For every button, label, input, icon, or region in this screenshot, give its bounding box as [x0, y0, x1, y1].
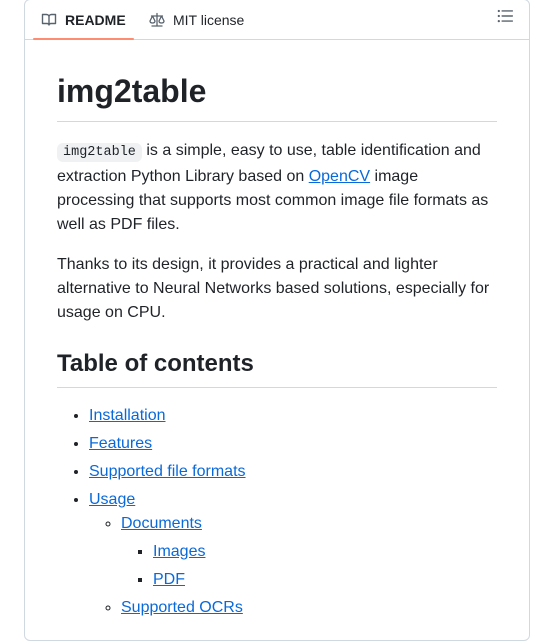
- toc-link-supported-ocrs[interactable]: Supported OCRs: [121, 599, 243, 616]
- toc-link-installation[interactable]: Installation: [89, 407, 166, 424]
- list-unordered-icon: [497, 9, 514, 23]
- table-of-contents-button[interactable]: [496, 7, 514, 25]
- list-item: PDF: [153, 568, 497, 592]
- list-item: Images: [153, 540, 497, 564]
- tab-readme[interactable]: README: [33, 0, 134, 40]
- readme-tab-bar: README MIT license: [25, 0, 529, 40]
- toc-sublist-documents: Images PDF: [121, 540, 497, 592]
- toc-list: Installation Features Supported file for…: [57, 404, 497, 620]
- inline-code: img2table: [57, 143, 142, 162]
- tab-license-label: MIT license: [173, 11, 245, 28]
- list-item: Usage Documents Images PDF Supported OCR…: [89, 488, 497, 620]
- tab-readme-label: README: [65, 11, 126, 28]
- toc-link-documents[interactable]: Documents: [121, 515, 202, 532]
- readme-content: img2table img2table is a simple, easy to…: [57, 40, 497, 620]
- toc-link-usage[interactable]: Usage: [89, 491, 135, 508]
- law-scale-icon: [149, 12, 165, 27]
- toc-link-images[interactable]: Images: [153, 543, 205, 560]
- toc-link-features[interactable]: Features: [89, 435, 152, 452]
- list-item: Supported OCRs: [121, 596, 497, 620]
- list-item: Supported file formats: [89, 460, 497, 484]
- toc-link-supported-formats[interactable]: Supported file formats: [89, 463, 246, 480]
- list-item: Documents Images PDF: [121, 512, 497, 592]
- design-paragraph: Thanks to its design, it provides a prac…: [57, 256, 490, 321]
- opencv-link[interactable]: OpenCV: [309, 168, 370, 185]
- toc-heading: Table of contents: [57, 349, 497, 388]
- toc-sublist-usage: Documents Images PDF Supported OCRs: [89, 512, 497, 620]
- readme-panel: README MIT license img2table img2table i…: [24, 0, 530, 641]
- readme-title: img2table: [57, 40, 497, 122]
- book-icon: [41, 13, 57, 26]
- tab-license[interactable]: MIT license: [141, 0, 252, 39]
- list-item: Installation: [89, 404, 497, 428]
- toc-link-pdf[interactable]: PDF: [153, 571, 185, 588]
- list-item: Features: [89, 432, 497, 456]
- intro-paragraph: img2table is a simple, easy to use, tabl…: [57, 139, 497, 237]
